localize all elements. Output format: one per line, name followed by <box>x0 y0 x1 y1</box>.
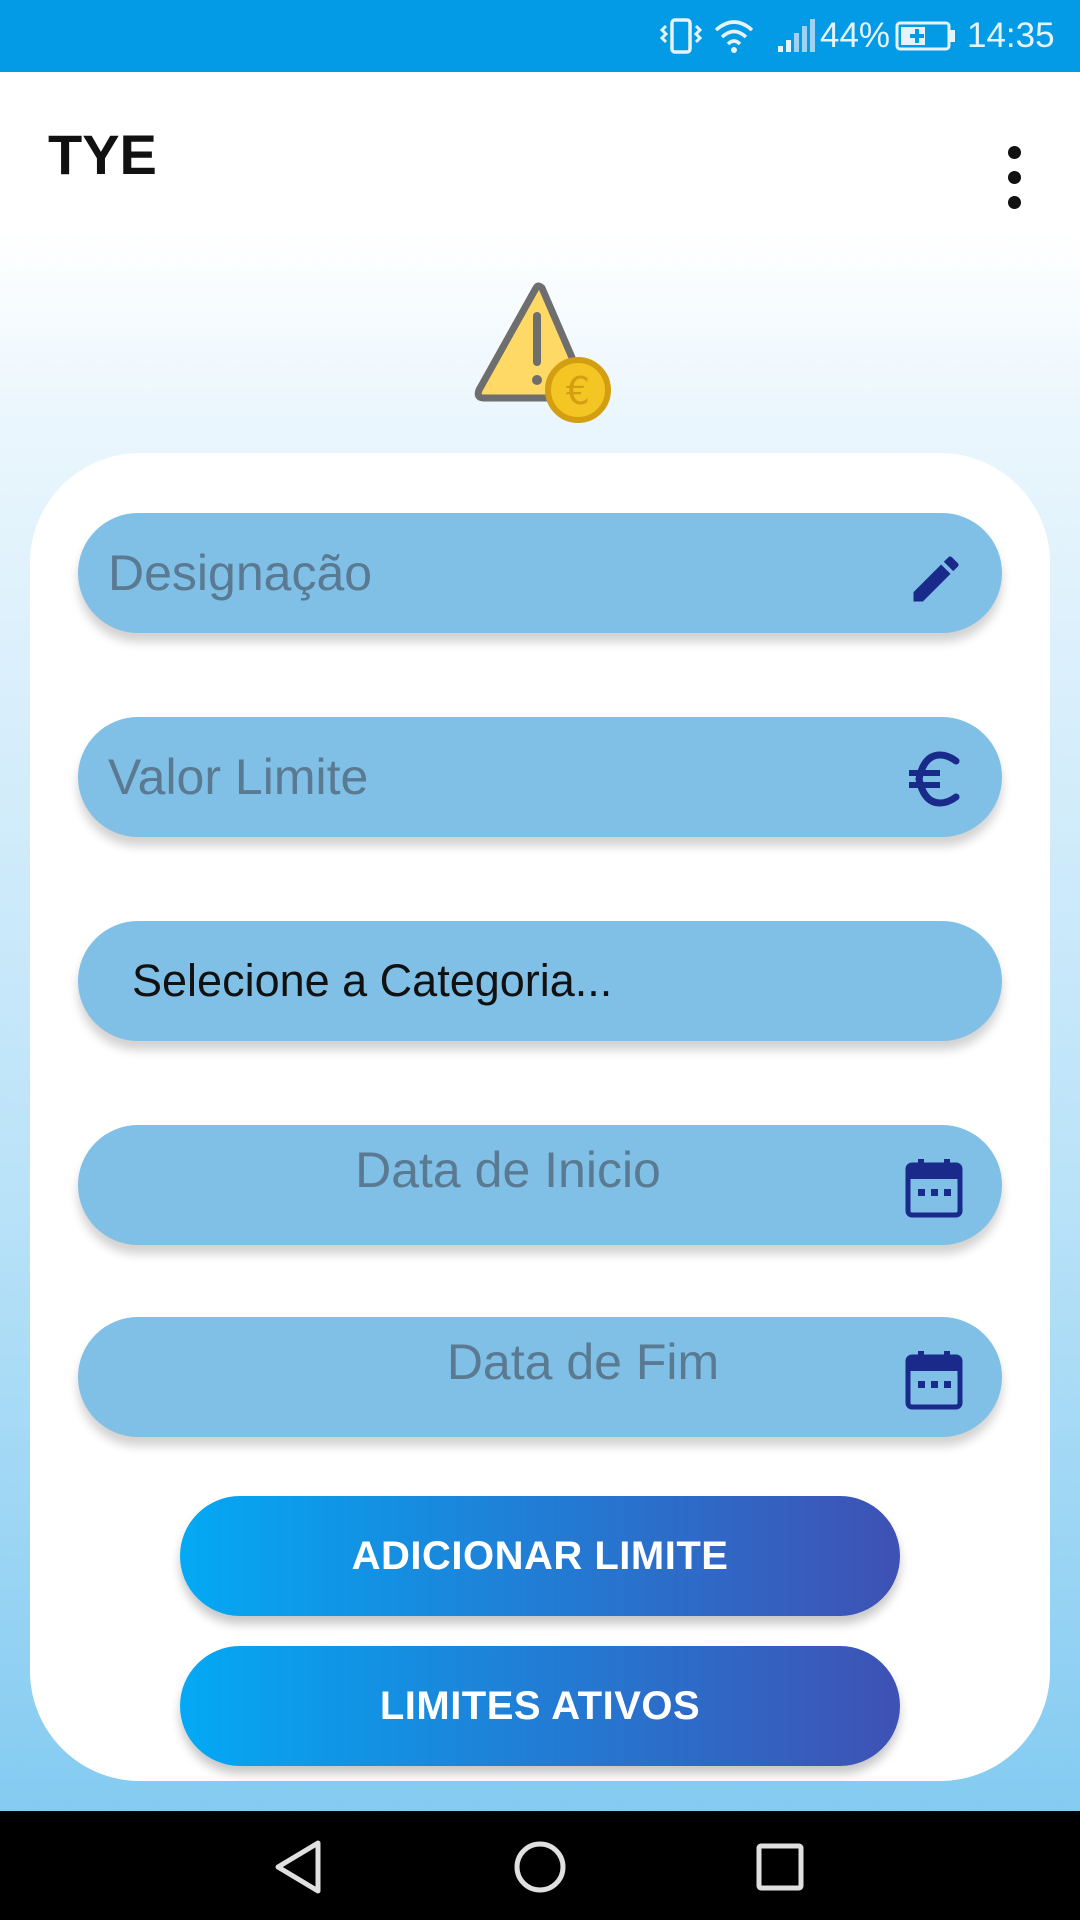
valor-limite-input[interactable]: Valor Limite <box>78 717 1002 837</box>
euro-icon <box>904 747 964 807</box>
battery-percent: 44% <box>820 16 891 55</box>
app-title: TYE <box>48 123 157 186</box>
valor-limite-placeholder: Valor Limite <box>108 749 369 805</box>
app-bar: TYE <box>0 72 1080 242</box>
more-vert-icon[interactable] <box>990 128 1038 228</box>
battery-charging-icon <box>895 0 957 72</box>
navigation-bar <box>0 1811 1080 1920</box>
wifi-icon <box>712 0 756 72</box>
categoria-select[interactable]: Selecione a Categoria... <box>78 921 1002 1041</box>
warning-euro-icon: € <box>470 280 618 428</box>
adicionar-limite-button[interactable]: ADICIONAR LIMITE <box>180 1496 900 1616</box>
home-icon[interactable] <box>500 1827 580 1907</box>
designacao-input[interactable]: Designação <box>78 513 1002 633</box>
categoria-selected: Selecione a Categoria... <box>132 955 613 1006</box>
data-fim-input[interactable]: Data de Fim <box>78 1317 1002 1437</box>
calendar-icon <box>904 1157 964 1218</box>
back-icon[interactable] <box>260 1827 340 1907</box>
data-inicio-input[interactable]: Data de Inicio <box>78 1125 1002 1245</box>
edit-pencil-icon <box>906 549 966 609</box>
status-time: 14:35 <box>967 16 1055 55</box>
signal-icon <box>776 0 816 72</box>
calendar-icon <box>904 1349 964 1410</box>
recents-icon[interactable] <box>740 1827 820 1907</box>
data-inicio-placeholder: Data de Inicio <box>355 1142 661 1198</box>
status-bar: 44% 14:35 <box>0 0 1080 72</box>
designacao-placeholder: Designação <box>108 545 373 601</box>
svg-text:€: € <box>566 369 590 413</box>
limites-ativos-button[interactable]: LIMITES ATIVOS <box>180 1646 900 1766</box>
vibrate-icon <box>658 0 704 72</box>
